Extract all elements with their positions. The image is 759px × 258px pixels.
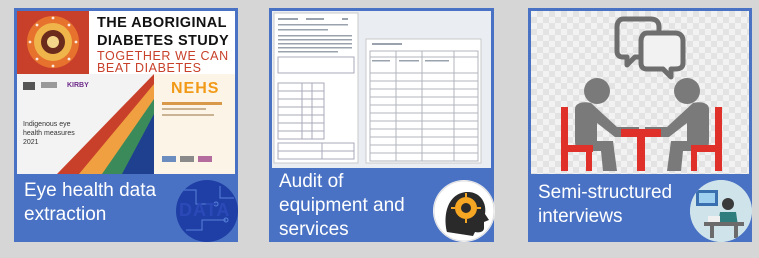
person-at-desk-icon <box>690 180 752 242</box>
panel-audit: Audit of equipment and services <box>269 8 495 242</box>
aboriginal-art-logo <box>17 11 89 74</box>
report-cover-right: NEHS <box>154 74 235 174</box>
report-title: Indigenous eye health measures 2021 <box>23 121 75 146</box>
caption-line2: equipment and <box>279 195 405 216</box>
panel-image-collage: THE ABORIGINAL DIABETES STUDY TOGETHER W… <box>17 11 235 174</box>
kirby-logo: KIRBY <box>67 82 89 89</box>
caption-line1: Semi-structured <box>538 182 673 203</box>
caption-line1: Eye health data <box>24 180 157 201</box>
banner-title-line1: THE ABORIGINAL <box>97 15 227 31</box>
panel-eye-health-data: THE ABORIGINAL DIABETES STUDY TOGETHER W… <box>14 8 238 242</box>
panel-interviews: Semi-structured interviews <box>528 8 752 242</box>
audit-forms-image <box>272 11 491 168</box>
data-icon: DATA <box>176 180 238 242</box>
banner-tagline-line2: BEAT DIABETES <box>97 61 202 75</box>
interview-illustration <box>531 11 749 174</box>
brain-head-icon <box>433 180 495 242</box>
report-cover-left: KIRBY Indigenous eye health measures 202… <box>17 74 154 174</box>
caption-line2: extraction <box>24 204 107 225</box>
caption-line3: services <box>279 219 349 240</box>
banner-title-line2: DIABETES STUDY <box>97 33 230 49</box>
aboriginal-diabetes-study-banner: THE ABORIGINAL DIABETES STUDY TOGETHER W… <box>91 11 235 75</box>
data-text: DATA <box>179 200 231 220</box>
caption-line2: interviews <box>538 206 623 227</box>
caption-line1: Audit of <box>279 171 344 192</box>
